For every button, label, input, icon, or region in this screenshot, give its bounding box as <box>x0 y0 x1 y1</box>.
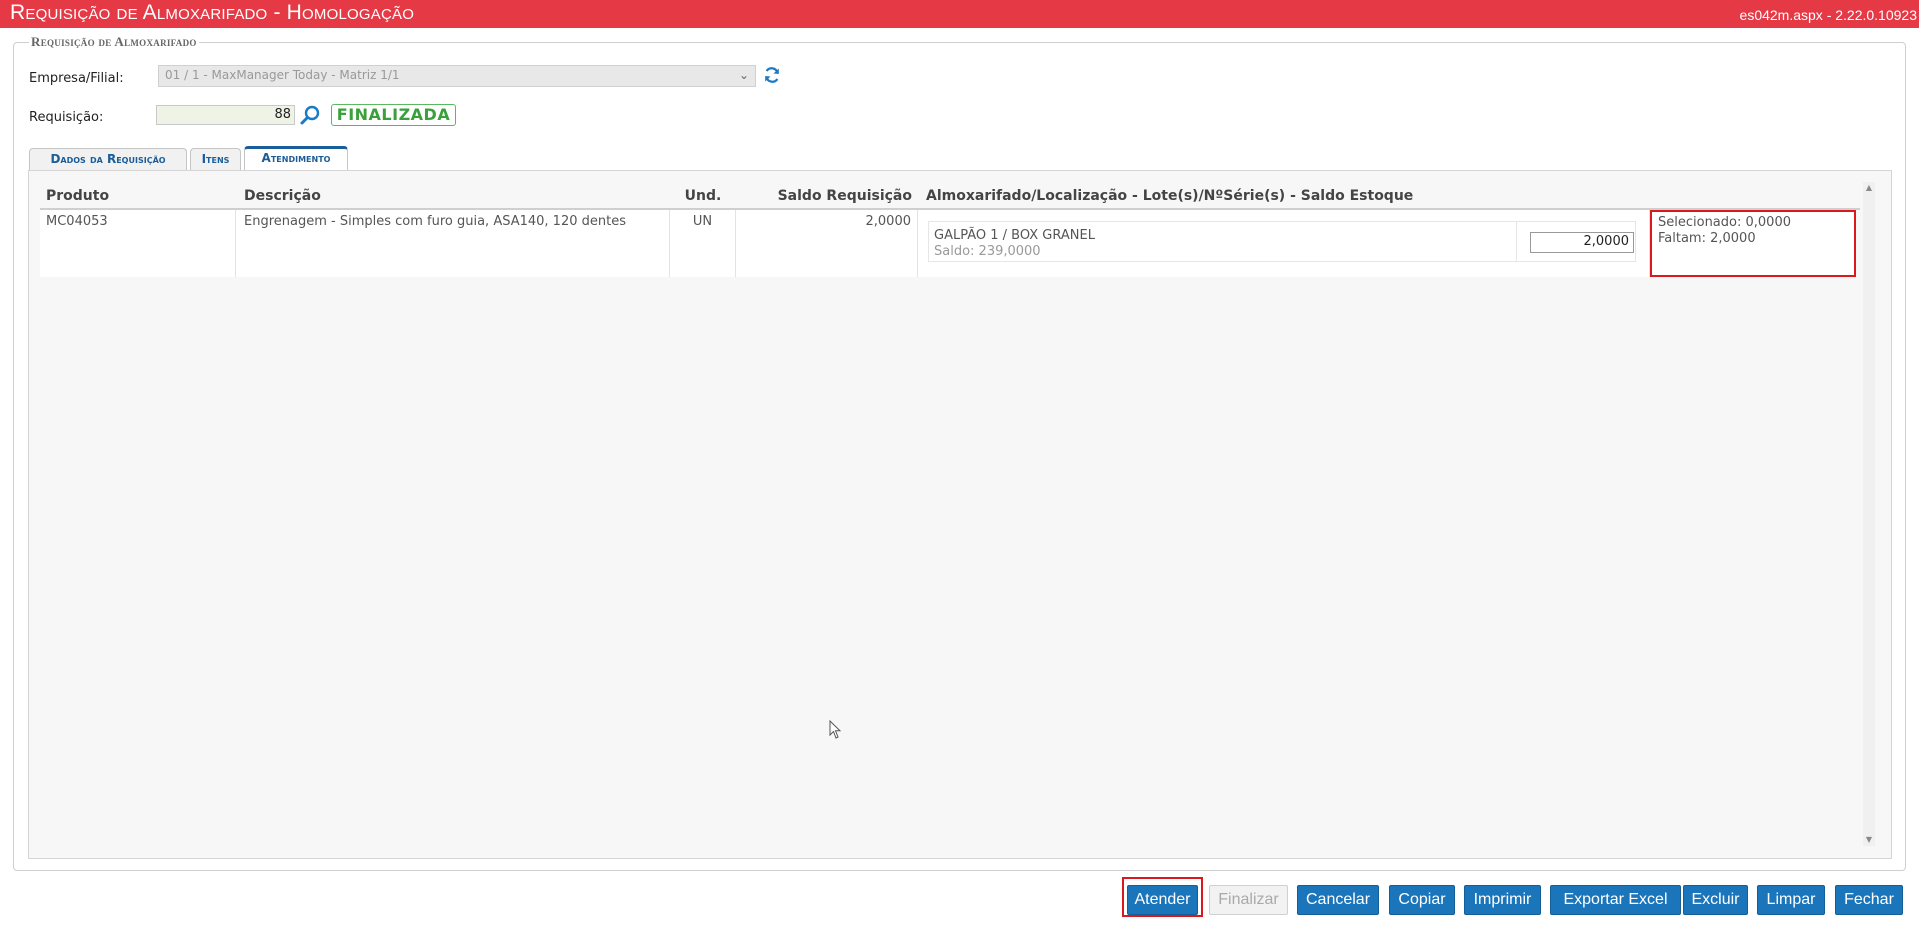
status-badge: FINALIZADA <box>331 104 456 126</box>
refresh-icon[interactable] <box>762 65 782 85</box>
cell-descricao: Engrenagem - Simples com furo guia, ASA1… <box>236 210 670 277</box>
quantity-input[interactable]: 2,0000 <box>1530 232 1634 253</box>
requisicao-input[interactable]: 88 <box>156 105 295 125</box>
imprimir-button[interactable]: Imprimir <box>1464 885 1541 915</box>
atender-button[interactable]: Atender <box>1127 885 1198 915</box>
exportar-excel-button[interactable]: Exportar Excel <box>1550 885 1681 915</box>
version-label: es042m.aspx - 2.22.0.10923 <box>1739 7 1917 23</box>
selecionado-text: Selecionado: 0,0000 <box>1658 215 1791 230</box>
scroll-down-icon[interactable]: ▼ <box>1863 834 1875 846</box>
empresa-select[interactable]: 01 / 1 - MaxManager Today - Matriz 1/1 ⌄ <box>158 65 756 87</box>
tab-dados-requisicao[interactable]: Dados da Requisição <box>29 148 187 171</box>
chevron-down-icon: ⌄ <box>738 68 749 82</box>
tab-itens[interactable]: Itens <box>190 148 241 171</box>
column-header-almoxarifado: Almoxarifado/Localização - Lote(s)/NºSér… <box>918 184 1650 210</box>
column-header-und: Und. <box>670 184 736 210</box>
cancelar-button[interactable]: Cancelar <box>1297 885 1379 915</box>
saldo-requisicao-value: 2,0000 <box>865 214 912 229</box>
limpar-button[interactable]: Limpar <box>1757 885 1825 915</box>
descricao-value: Engrenagem - Simples com furo guia, ASA1… <box>244 214 626 229</box>
produto-value: MC04053 <box>46 214 108 229</box>
scroll-up-icon[interactable]: ▲ <box>1863 182 1875 194</box>
column-header-summary <box>1650 184 1860 210</box>
finalizar-button[interactable]: Finalizar <box>1209 885 1288 915</box>
column-header-produto: Produto <box>40 184 236 210</box>
column-header-saldo-requisicao: Saldo Requisição <box>736 184 918 210</box>
page-title: Requisição de Almoxarifado - Homologação <box>10 1 415 24</box>
empresa-label: Empresa/Filial: <box>29 71 124 86</box>
mouse-cursor-icon <box>829 719 843 744</box>
requisicao-label: Requisição: <box>29 110 104 125</box>
cell-und: UN <box>670 210 736 277</box>
excluir-button[interactable]: Excluir <box>1683 885 1748 915</box>
cell-produto: MC04053 <box>40 210 236 277</box>
location-saldo: Saldo: 239,0000 <box>934 244 1041 259</box>
column-header-descricao: Descrição <box>236 184 670 210</box>
copiar-button[interactable]: Copiar <box>1389 885 1455 915</box>
location-name: GALPÃO 1 / BOX GRANEL <box>934 228 1095 243</box>
search-icon[interactable] <box>299 104 321 126</box>
tab-atendimento[interactable]: Atendimento <box>244 146 348 171</box>
location-divider <box>1516 222 1517 261</box>
empresa-select-value: 01 / 1 - MaxManager Today - Matriz 1/1 <box>165 68 400 82</box>
fechar-button[interactable]: Fechar <box>1835 885 1903 915</box>
title-bar: Requisição de Almoxarifado - Homologação… <box>0 0 1919 28</box>
vertical-scrollbar[interactable]: ▲ ▼ <box>1863 182 1875 846</box>
und-value: UN <box>692 214 713 229</box>
selection-summary: Selecionado: 0,0000 Faltam: 2,0000 <box>1650 210 1856 277</box>
faltam-text: Faltam: 2,0000 <box>1658 231 1756 246</box>
fieldset-legend: Requisição de Almoxarifado <box>29 34 199 50</box>
cell-saldo-requisicao: 2,0000 <box>736 210 918 277</box>
